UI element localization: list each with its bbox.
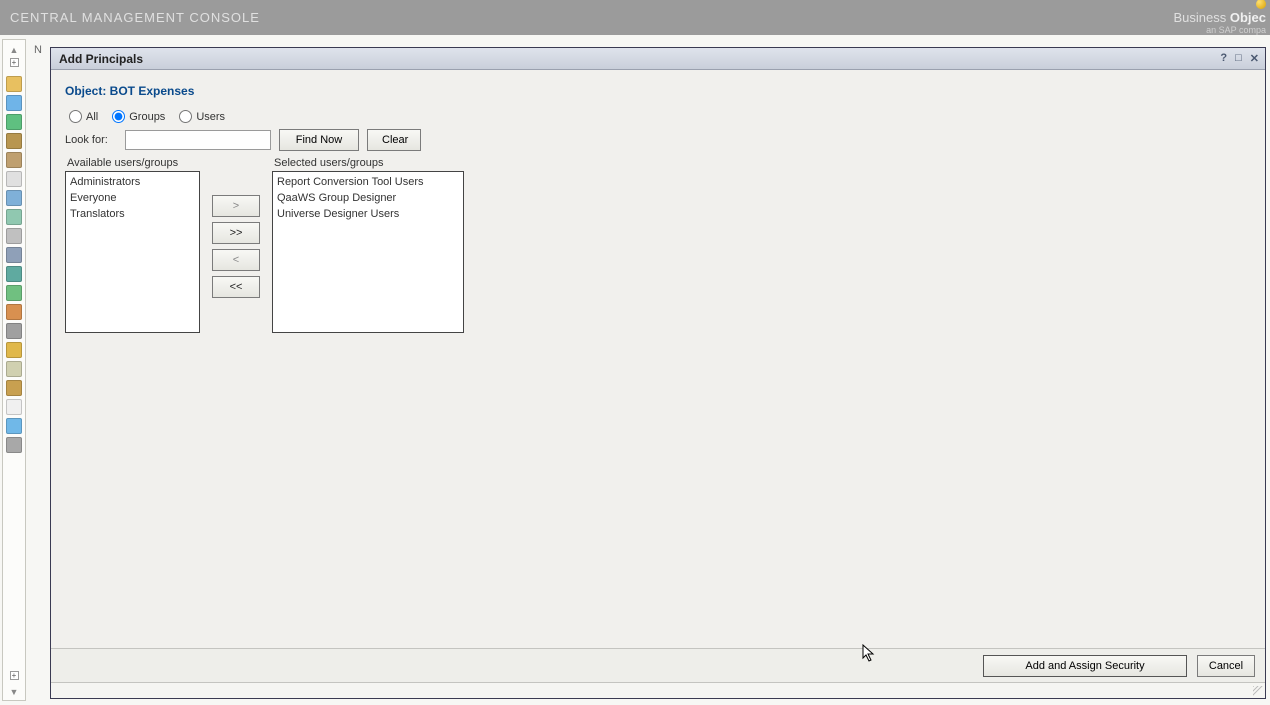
look-for-row: Look for: Find Now Clear (65, 129, 1251, 151)
workspace: ▲ + + ▼ N Add Principals ? □ ✕ Object: B… (0, 35, 1270, 705)
cancel-button[interactable]: Cancel (1197, 655, 1255, 677)
look-for-input[interactable] (125, 130, 271, 150)
add-all-button[interactable]: >> (212, 222, 260, 244)
left-tool-strip: ▲ + + ▼ (2, 39, 26, 701)
background-char: N (34, 44, 42, 56)
radio-users-label[interactable]: Users (179, 110, 225, 123)
tree-expand-top[interactable]: + (10, 58, 19, 67)
sidebar-icon-10[interactable] (6, 266, 22, 282)
sidebar-icon-11[interactable] (6, 285, 22, 301)
sidebar-icon-4[interactable] (6, 152, 22, 168)
clear-button[interactable]: Clear (367, 129, 421, 151)
selected-listbox[interactable]: Report Conversion Tool UsersQaaWS Group … (272, 171, 464, 333)
dialog-status-strip (51, 682, 1265, 698)
radio-groups[interactable] (112, 110, 125, 123)
dialog-footer: Add and Assign Security Cancel (51, 648, 1265, 682)
sidebar-icon-7[interactable] (6, 209, 22, 225)
brand-text-a: Business (1174, 10, 1227, 25)
sidebar-icon-12[interactable] (6, 304, 22, 320)
sidebar-icon-0[interactable] (6, 76, 22, 92)
sidebar-icon-19[interactable] (6, 437, 22, 453)
brand-block: Business Objec an SAP compa (1174, 0, 1269, 36)
selected-header: Selected users/groups (272, 157, 464, 169)
list-item[interactable]: QaaWS Group Designer (275, 190, 461, 206)
remove-button[interactable]: < (212, 249, 260, 271)
look-for-label: Look for: (65, 134, 117, 146)
find-now-button[interactable]: Find Now (279, 129, 359, 151)
dialog-titlebar: Add Principals ? □ ✕ (51, 48, 1265, 70)
scroll-up-icon[interactable]: ▲ (5, 44, 23, 56)
dialog-title-text: Add Principals (59, 52, 143, 66)
close-icon[interactable]: ✕ (1250, 52, 1259, 65)
sidebar-icon-13[interactable] (6, 323, 22, 339)
sidebar-icon-6[interactable] (6, 190, 22, 206)
radio-all-label[interactable]: All (69, 110, 98, 123)
app-title-bar: CENTRAL MANAGEMENT CONSOLE Business Obje… (0, 0, 1270, 35)
object-label: Object: BOT Expenses (65, 84, 1251, 98)
dialog-body: Object: BOT Expenses All Groups Users Lo… (51, 70, 1265, 648)
list-item[interactable]: Translators (68, 206, 197, 222)
brand-text-b: Objec (1230, 10, 1266, 25)
lists-area: Available users/groups AdministratorsEve… (65, 157, 1251, 333)
add-principals-dialog: Add Principals ? □ ✕ Object: BOT Expense… (50, 47, 1266, 699)
list-item[interactable]: Everyone (68, 190, 197, 206)
sidebar-icon-2[interactable] (6, 114, 22, 130)
tree-expand-bottom[interactable]: + (10, 671, 19, 680)
sidebar-icon-3[interactable] (6, 133, 22, 149)
sidebar-icon-14[interactable] (6, 342, 22, 358)
help-icon[interactable]: ? (1220, 52, 1227, 65)
maximize-icon[interactable]: □ (1235, 52, 1242, 65)
add-assign-security-button[interactable]: Add and Assign Security (983, 655, 1187, 677)
sidebar-icon-9[interactable] (6, 247, 22, 263)
sidebar-icon-5[interactable] (6, 171, 22, 187)
remove-all-button[interactable]: << (212, 276, 260, 298)
sidebar-icon-16[interactable] (6, 380, 22, 396)
radio-users[interactable] (179, 110, 192, 123)
transfer-buttons: > >> < << (212, 195, 260, 298)
resize-grip-icon[interactable] (1253, 686, 1263, 696)
brand-dot-icon (1256, 0, 1266, 9)
sidebar-icon-1[interactable] (6, 95, 22, 111)
list-item[interactable]: Report Conversion Tool Users (275, 174, 461, 190)
filter-radio-row: All Groups Users (69, 110, 1251, 123)
available-header: Available users/groups (65, 157, 200, 169)
radio-groups-label[interactable]: Groups (112, 110, 165, 123)
list-item[interactable]: Universe Designer Users (275, 206, 461, 222)
sidebar-icon-8[interactable] (6, 228, 22, 244)
sidebar-icon-18[interactable] (6, 418, 22, 434)
sidebar-icon-17[interactable] (6, 399, 22, 415)
scroll-down-icon[interactable]: ▼ (5, 686, 23, 698)
available-listbox[interactable]: AdministratorsEveryoneTranslators (65, 171, 200, 333)
radio-all[interactable] (69, 110, 82, 123)
add-button[interactable]: > (212, 195, 260, 217)
list-item[interactable]: Administrators (68, 174, 197, 190)
sidebar-icon-15[interactable] (6, 361, 22, 377)
app-title: CENTRAL MANAGEMENT CONSOLE (10, 10, 260, 25)
